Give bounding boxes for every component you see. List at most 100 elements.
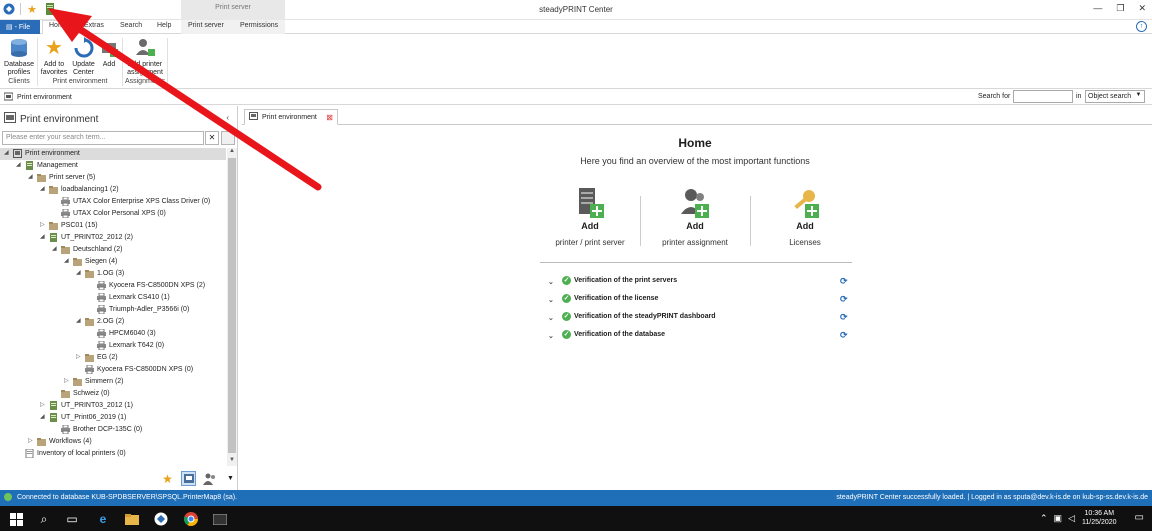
expander-icon[interactable]: ◢: [28, 173, 36, 180]
add-licenses-card[interactable]: Add Licenses: [755, 188, 855, 247]
tree-item[interactable]: ▷ UT_PRINT03_2012 (1): [0, 400, 226, 412]
clear-search-button[interactable]: ✕: [205, 131, 219, 145]
refresh-icon[interactable]: ⟳: [840, 312, 850, 322]
expander-icon[interactable]: ▷: [40, 401, 48, 408]
close-icon[interactable]: ✕: [1138, 3, 1146, 14]
terminal-icon[interactable]: [212, 511, 228, 527]
tree-item[interactable]: ◢ Management: [0, 160, 226, 172]
expander-icon[interactable]: ◢: [16, 161, 24, 168]
tree-item[interactable]: ◢ Deutschland (2): [0, 244, 226, 256]
tab-print-server[interactable]: Print server: [188, 22, 224, 29]
verification-database[interactable]: ⌄ ✓ Verification of the database ⟳: [548, 330, 850, 344]
expander-icon[interactable]: ▷: [64, 377, 72, 384]
tab-search[interactable]: Search: [120, 22, 142, 29]
windows-start-icon[interactable]: [8, 511, 24, 527]
add-printer-assignment-button[interactable]: Add printer assignment: [124, 37, 166, 77]
tree-item[interactable]: Kyocera FS-C8500DN XPS (0): [0, 364, 226, 376]
tree-item[interactable]: Schweiz (0): [0, 388, 226, 400]
tree-item[interactable]: Triumph-Adler_P3566i (0): [0, 304, 226, 316]
tab-print-environment[interactable]: Print environment ⊠: [244, 109, 338, 125]
tree-item[interactable]: ▷ Workflows (4): [0, 436, 226, 448]
tree-item[interactable]: ▷ EG (2): [0, 352, 226, 364]
tree-scrollbar[interactable]: ▲ ▼: [227, 148, 237, 466]
task-view-icon[interactable]: ▭: [64, 511, 80, 527]
verification-dashboard[interactable]: ⌄ ✓ Verification of the steadyPRINT dash…: [548, 312, 850, 326]
expander-icon[interactable]: ▷: [40, 221, 48, 228]
tab-help[interactable]: Help: [157, 22, 171, 29]
tree-item[interactable]: Lexmark CS410 (1): [0, 292, 226, 304]
expander-icon[interactable]: ▷: [28, 437, 36, 444]
minimize-icon[interactable]: —: [1093, 3, 1102, 14]
scroll-down-icon[interactable]: ▼: [227, 457, 237, 466]
expander-icon[interactable]: ◢: [40, 413, 48, 420]
tree-item[interactable]: ▷ Simmern (2): [0, 376, 226, 388]
tree-item[interactable]: Kyocera FS-C8500DN XPS (2): [0, 280, 226, 292]
tree-item[interactable]: ◢ Siegen (4): [0, 256, 226, 268]
expander-icon[interactable]: ◢: [64, 257, 72, 264]
chevron-down-icon[interactable]: ⌄: [548, 314, 554, 322]
expander-icon[interactable]: ▷: [76, 353, 84, 360]
tree-item[interactable]: UTAX Color Personal XPS (0): [0, 208, 226, 220]
tab-file[interactable]: ▤ - File: [0, 20, 40, 34]
expander-icon[interactable]: ◢: [76, 317, 84, 324]
tab-home[interactable]: Home: [49, 22, 68, 29]
tab-extras[interactable]: Extras: [84, 22, 104, 29]
edge-browser-icon[interactable]: e: [95, 511, 111, 527]
tree-item[interactable]: Lexmark T642 (0): [0, 340, 226, 352]
update-center-button[interactable]: Update Center: [70, 37, 97, 77]
tree-search-input[interactable]: Please enter your search term...: [2, 131, 204, 145]
scrollbar-thumb[interactable]: [228, 158, 236, 453]
chrome-browser-icon[interactable]: [183, 511, 199, 527]
steadyprint-taskbar-icon[interactable]: [153, 511, 169, 527]
file-explorer-icon[interactable]: [124, 511, 140, 527]
network-icon[interactable]: ▣: [1054, 513, 1063, 524]
add-button[interactable]: Add: [98, 37, 120, 69]
expander-icon[interactable]: ◢: [52, 245, 60, 252]
close-tab-icon[interactable]: ⊠: [326, 113, 333, 122]
users-icon[interactable]: [202, 471, 217, 486]
chevron-up-icon[interactable]: ⌃: [1040, 513, 1048, 524]
tree-item[interactable]: ◢ loadbalancing1 (2): [0, 184, 226, 196]
expander-icon[interactable]: ◢: [40, 233, 48, 240]
search-button[interactable]: [221, 131, 235, 145]
favorites-star-icon[interactable]: ★: [160, 471, 175, 486]
taskbar-clock[interactable]: 10:36 AM 11/25/2020: [1082, 509, 1117, 527]
search-icon[interactable]: ⌕: [36, 511, 52, 527]
tree-item[interactable]: HPCM6040 (3): [0, 328, 226, 340]
chevron-down-icon[interactable]: ⌄: [548, 332, 554, 340]
tree-item[interactable]: ◢ UT_Print06_2019 (1): [0, 412, 226, 424]
notification-icon[interactable]: ▭: [1135, 512, 1144, 523]
tree-item[interactable]: ◢ 1.OG (3): [0, 268, 226, 280]
add-to-favorites-button[interactable]: ★ Add to favorites: [38, 37, 70, 77]
expander-icon[interactable]: ◢: [4, 149, 12, 156]
help-circle-icon[interactable]: ↑: [1136, 21, 1147, 32]
verification-license[interactable]: ⌄ ✓ Verification of the license ⟳: [548, 294, 850, 308]
environment-view-icon[interactable]: [181, 471, 196, 486]
chevron-down-icon[interactable]: ⌄: [548, 278, 554, 286]
breadcrumb[interactable]: Print environment: [3, 92, 72, 103]
refresh-icon[interactable]: ⟳: [840, 276, 850, 286]
database-profiles-button[interactable]: Database profiles: [2, 37, 36, 77]
scroll-up-icon[interactable]: ▲: [227, 148, 237, 157]
add-printer-assignment-card[interactable]: Add printer assignment: [645, 188, 745, 247]
chevron-down-icon[interactable]: ▼: [223, 471, 238, 486]
expander-icon[interactable]: ◢: [40, 185, 48, 192]
tree-item[interactable]: ◢ UT_PRINT02_2012 (2): [0, 232, 226, 244]
refresh-icon[interactable]: ⟳: [840, 330, 850, 340]
tab-permissions[interactable]: Permissions: [240, 22, 278, 29]
tree-item[interactable]: Brother DCP-135C (0): [0, 424, 226, 436]
expander-icon[interactable]: ◢: [76, 269, 84, 276]
restore-icon[interactable]: ❐: [1116, 3, 1124, 14]
collapse-panel-icon[interactable]: ‹: [226, 113, 229, 122]
refresh-icon[interactable]: ⟳: [840, 294, 850, 304]
volume-icon[interactable]: ◁: [1068, 513, 1075, 524]
object-search-input[interactable]: [1013, 90, 1073, 103]
chevron-down-icon[interactable]: ⌄: [548, 296, 554, 304]
tree-item[interactable]: ▷ PSC01 (15): [0, 220, 226, 232]
tree-item[interactable]: Inventory of local printers (0): [0, 448, 226, 460]
search-scope-select[interactable]: Object search ▼: [1085, 90, 1145, 103]
add-printer-card[interactable]: Add printer / print server: [540, 188, 640, 247]
tree-item[interactable]: ◢ Print server (5): [0, 172, 226, 184]
tree-item[interactable]: ◢ Print environment: [0, 148, 226, 160]
tree-item[interactable]: UTAX Color Enterprise XPS Class Driver (…: [0, 196, 226, 208]
